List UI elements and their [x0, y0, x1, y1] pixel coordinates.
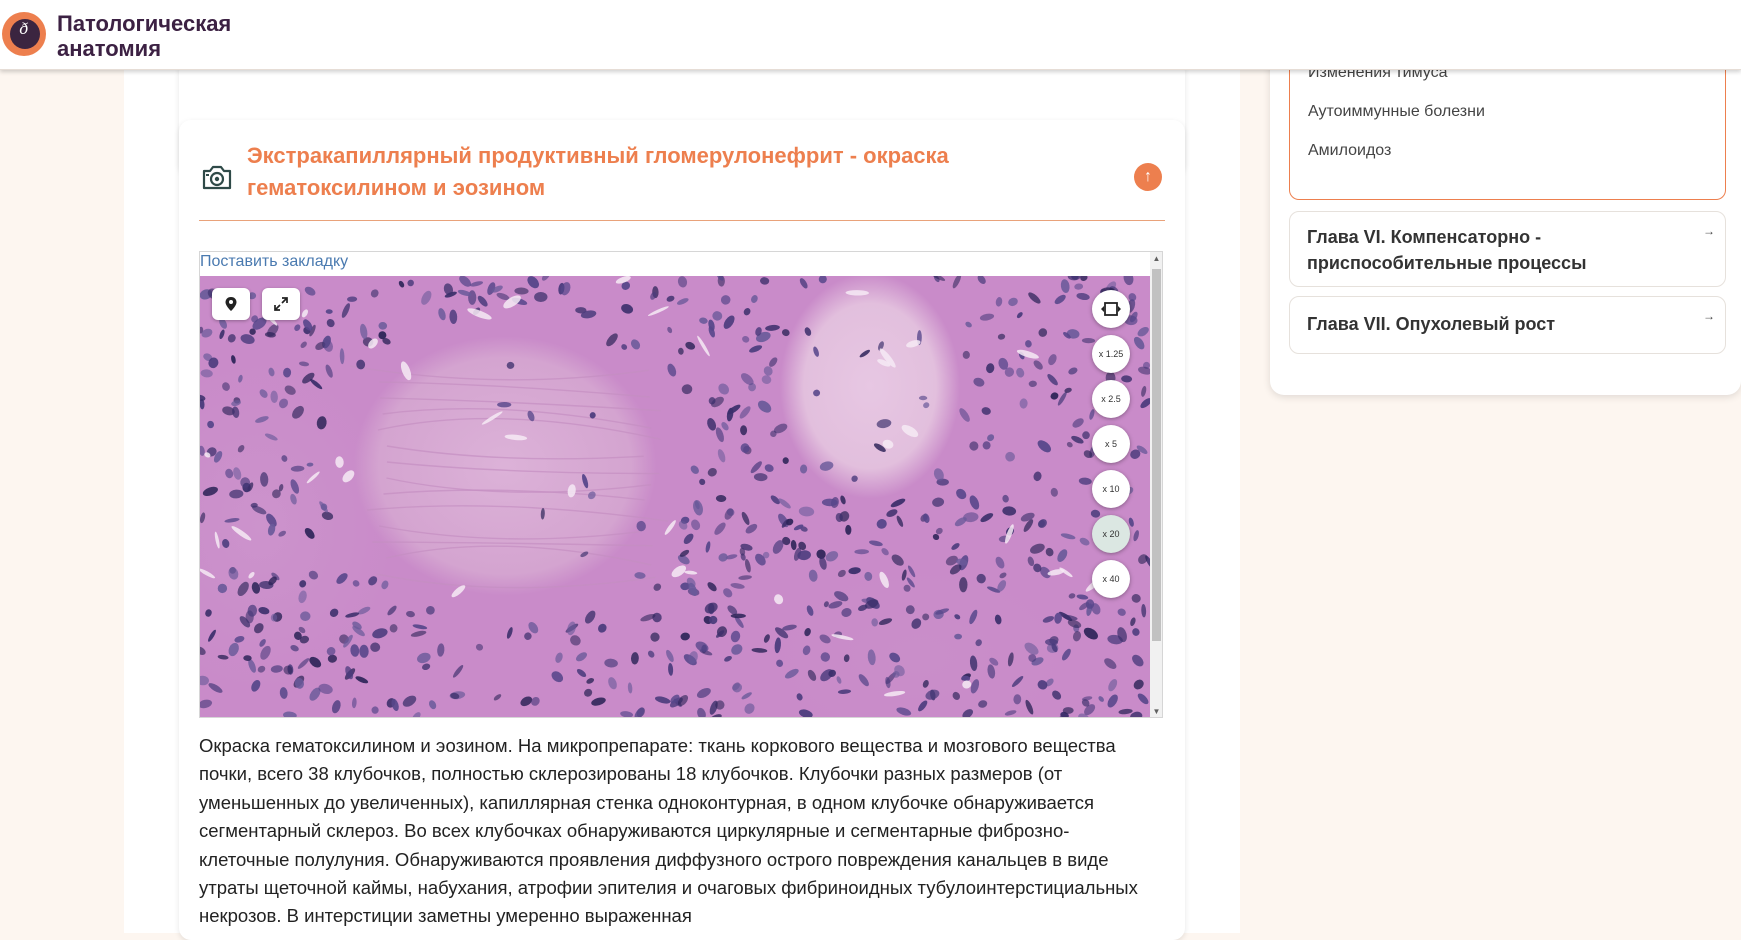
sidebar-item-autoimmune[interactable]: Аутоиммунные болезни	[1308, 103, 1485, 121]
slide-viewer[interactable]: x 1.25 x 2.5 x 5 x 10 x 20 x 40 Поставит…	[199, 251, 1163, 718]
brand-title[interactable]: Патологическая анатомия	[57, 11, 317, 61]
bookmark-link[interactable]: Поставить закладку	[200, 253, 348, 271]
fullscreen-button[interactable]	[262, 288, 300, 320]
zoom-x2.5-button[interactable]: x 2.5	[1092, 380, 1130, 418]
scroll-down-arrow-icon[interactable]: ▼	[1150, 705, 1162, 717]
chapter-sidebar: Изменения тимуса Аутоиммунные болезни Ам…	[1270, 49, 1741, 395]
app-header: ð Патологическая анатомия	[0, 0, 1741, 70]
chapter-card-vii[interactable]: Глава VII. Опухолевый рост →	[1289, 296, 1726, 354]
chapter-title: Глава VI. Компенсаторно - приспособитель…	[1307, 227, 1587, 273]
camera-icon	[202, 165, 232, 190]
zoom-x20-button[interactable]: x 20	[1092, 515, 1130, 553]
logo-icon[interactable]: ð	[2, 12, 46, 56]
fit-screen-icon	[1101, 302, 1121, 316]
map-pin-icon	[225, 297, 237, 311]
fit-view-button[interactable]	[1092, 290, 1130, 328]
arrow-right-icon: →	[1703, 309, 1715, 323]
zoom-x10-button[interactable]: x 10	[1092, 470, 1130, 508]
expanded-chapter-list: Изменения тимуса Аутоиммунные болезни Ам…	[1289, 49, 1726, 200]
zoom-x5-button[interactable]: x 5	[1092, 425, 1130, 463]
section-divider	[199, 220, 1165, 221]
arrow-up-icon: ↑	[1144, 168, 1152, 185]
scrollbar-thumb[interactable]	[1152, 269, 1161, 641]
main-column: Экстракапиллярный продуктивный гломеруло…	[124, 60, 1240, 940]
expand-icon	[274, 297, 288, 311]
section-title: Экстракапиллярный продуктивный гломеруло…	[247, 143, 949, 200]
marker-button[interactable]	[212, 288, 250, 320]
zoom-x40-button[interactable]: x 40	[1092, 560, 1130, 598]
collapse-up-button[interactable]: ↑	[1134, 163, 1162, 191]
slide-description: Окраска гематоксилином и эозином. На мик…	[199, 735, 1138, 927]
scroll-up-arrow-icon[interactable]: ▲	[1150, 252, 1162, 266]
slide-texture	[200, 276, 1150, 717]
chapter-card-vi[interactable]: Глава VI. Компенсаторно - приспособитель…	[1289, 211, 1726, 287]
chapter-title: Глава VII. Опухолевый рост	[1307, 314, 1556, 334]
section-card: Экстракапиллярный продуктивный гломеруло…	[179, 120, 1185, 940]
arrow-right-icon: →	[1703, 224, 1715, 238]
microscope-slide-image[interactable]: x 1.25 x 2.5 x 5 x 10 x 20 x 40	[200, 276, 1150, 717]
zoom-x1.25-button[interactable]: x 1.25	[1092, 335, 1130, 373]
logo-glyph: ð	[19, 20, 29, 38]
viewer-scrollbar[interactable]: ▲ ▼	[1150, 252, 1162, 717]
sidebar-item-amyloidosis[interactable]: Амилоидоз	[1308, 142, 1391, 160]
